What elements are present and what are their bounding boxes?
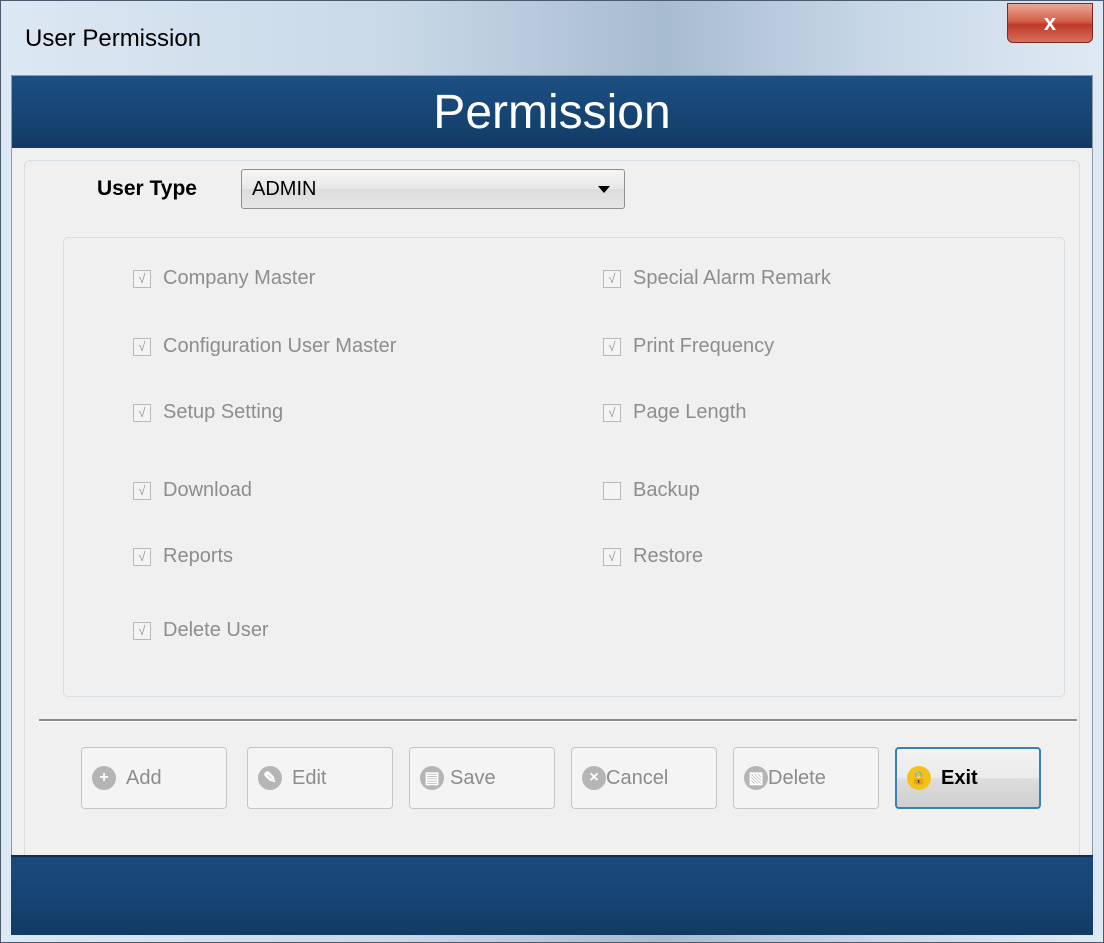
perm-label: Print Frequency [633,335,775,357]
perm-label: Delete User [163,619,269,641]
checkbox-download[interactable]: √ [133,481,151,500]
user-permission-window: User Permission x Permission User Type A… [0,0,1104,943]
cancel-button-label: Cancel [606,766,669,789]
perm-label: Restore [633,545,704,567]
perm-company-master[interactable]: √ Company Master [133,267,315,290]
perm-restore[interactable]: √ Restore [603,545,703,568]
checkbox-restore[interactable]: √ [603,547,621,566]
add-button-label: Add [126,766,162,789]
edit-button-label: Edit [292,766,327,789]
pencil-circle-icon: ✎ [258,766,282,790]
perm-label: Special Alarm Remark [633,267,831,289]
perm-label: Company Master [163,267,316,289]
perm-setup-setting[interactable]: √ Setup Setting [133,401,283,424]
perm-download[interactable]: √ Download [133,479,252,502]
close-icon: x [1043,10,1057,35]
perm-backup[interactable]: Backup [603,479,700,502]
x-circle-icon: × [582,766,606,790]
perm-label: Configuration User Master [163,335,397,357]
checkbox-page-length[interactable]: √ [603,403,621,422]
checkbox-delete-user[interactable]: √ [133,621,151,640]
perm-special-alarm-remark[interactable]: √ Special Alarm Remark [603,267,831,290]
perm-label: Page Length [633,401,747,423]
close-button[interactable]: x [1007,3,1093,43]
floppy-disk-icon: ▤ [420,766,444,790]
page-title: Permission [433,85,671,139]
perm-configuration-user-master[interactable]: √ Configuration User Master [133,335,396,358]
user-type-dropdown[interactable]: ADMIN [241,169,625,209]
footer-band [11,855,1093,935]
checkbox-backup[interactable] [603,481,621,500]
perm-reports[interactable]: √ Reports [133,545,233,568]
user-type-label: User Type [97,177,197,200]
cancel-button[interactable]: × Cancel [571,747,717,809]
add-button[interactable]: + Add [81,747,227,809]
separator-line [39,719,1077,722]
perm-page-length[interactable]: √ Page Length [603,401,746,424]
perm-label: Backup [633,479,700,501]
header-band: Permission [12,76,1092,148]
title-bar[interactable]: User Permission x [1,1,1103,77]
perm-print-frequency[interactable]: √ Print Frequency [603,335,774,358]
window-title: User Permission [25,25,202,52]
checkbox-reports[interactable]: √ [133,547,151,566]
checkbox-print-frequency[interactable]: √ [603,337,621,356]
plus-circle-icon: + [92,766,116,790]
lock-icon: 🔒 [907,766,931,790]
edit-button[interactable]: ✎ Edit [247,747,393,809]
trash-circle-icon: ▧ [744,766,768,790]
delete-button[interactable]: ▧ Delete [733,747,879,809]
exit-button-label: Exit [941,766,978,789]
exit-button[interactable]: 🔒 Exit [895,747,1041,809]
delete-button-label: Delete [768,766,826,789]
checkbox-configuration-user-master[interactable]: √ [133,337,151,356]
dropdown-arrow-icon [598,186,610,193]
save-button-label: Save [450,766,496,789]
perm-label: Reports [163,545,234,567]
user-type-value: ADMIN [252,178,317,200]
perm-label: Download [163,479,252,501]
checkbox-company-master[interactable]: √ [133,269,151,288]
checkbox-special-alarm-remark[interactable]: √ [603,269,621,288]
perm-delete-user[interactable]: √ Delete User [133,619,269,642]
perm-label: Setup Setting [163,401,284,423]
checkbox-setup-setting[interactable]: √ [133,403,151,422]
save-button[interactable]: ▤ Save [409,747,555,809]
